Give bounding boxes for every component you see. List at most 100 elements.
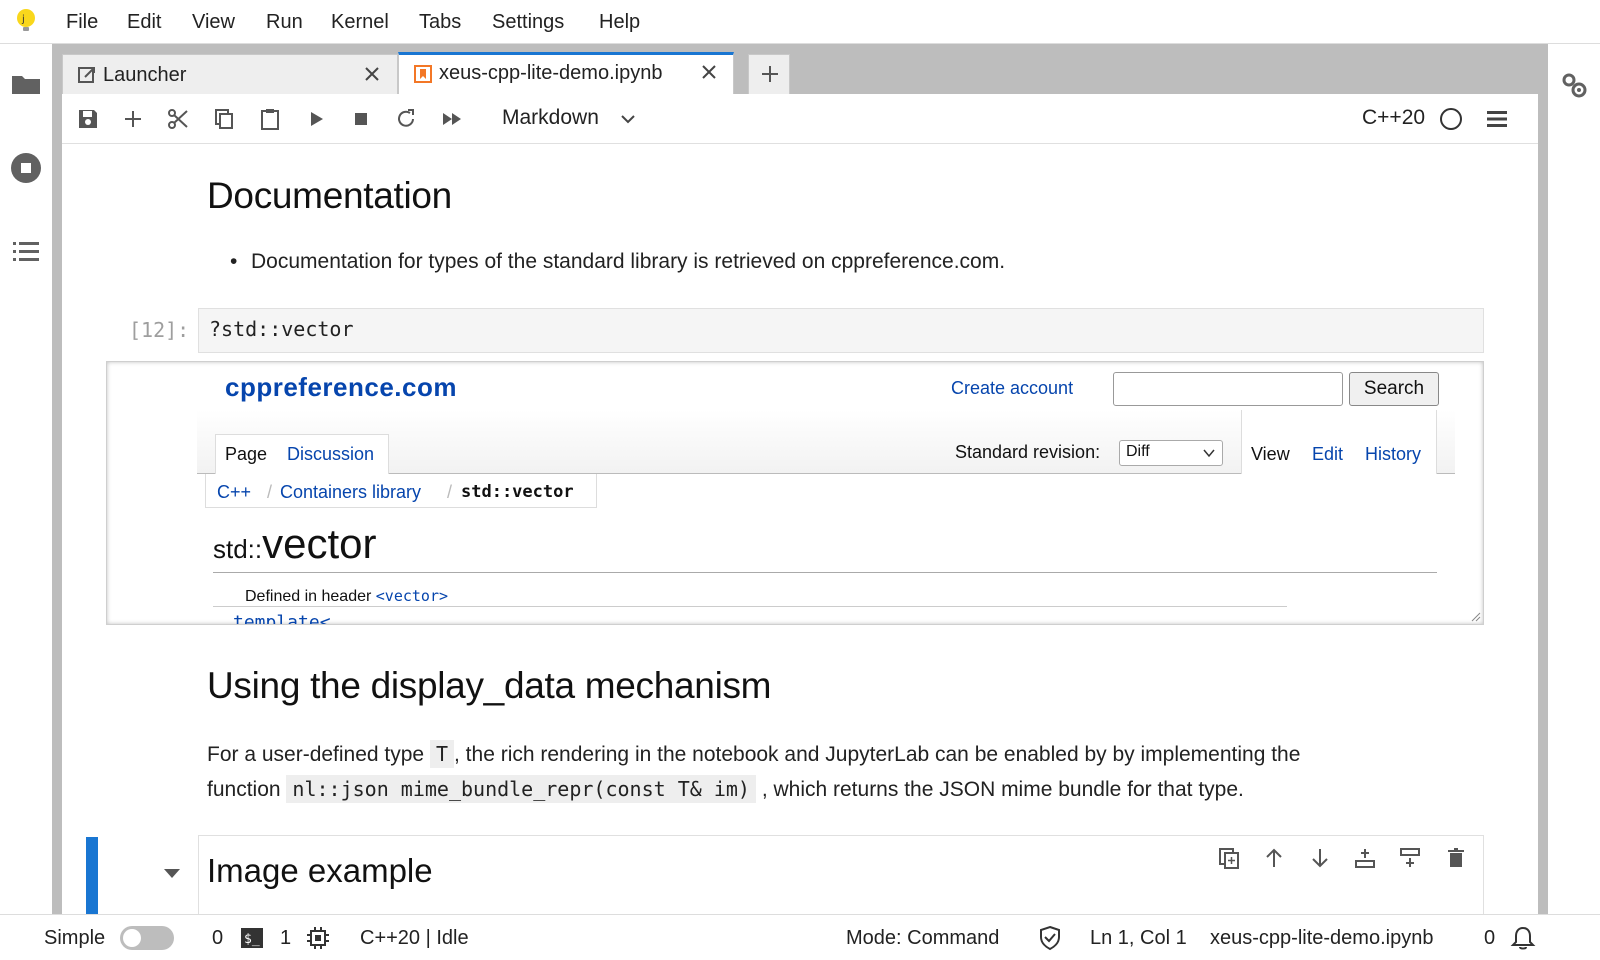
left-sidebar xyxy=(0,44,52,914)
menu-settings[interactable]: Settings xyxy=(492,11,564,34)
bullet-dot: • xyxy=(230,250,238,273)
breadcrumb-separator: / xyxy=(267,482,273,502)
inline-code: nl::json mime_bundle_repr(const T& im) xyxy=(286,775,756,803)
tab-launcher-label: Launcher xyxy=(103,64,187,86)
main-area: Launcher xeus-cpp-lite-demo.ipynb Markdo… xyxy=(52,44,1548,914)
kernel-idle-icon xyxy=(1440,108,1462,130)
terminal-icon[interactable]: $_ xyxy=(240,926,264,950)
copy-icon[interactable] xyxy=(212,107,236,131)
cppreference-search-input[interactable] xyxy=(1113,372,1343,406)
delete-cell-icon[interactable] xyxy=(1444,846,1468,870)
defined-in-label: Defined in header xyxy=(245,588,372,605)
cell-type-select[interactable]: Markdown xyxy=(502,106,599,130)
cppreference-page-title: std::vector xyxy=(213,520,377,568)
standard-revision-select[interactable]: Diff xyxy=(1119,440,1223,466)
restart-icon[interactable] xyxy=(394,107,418,131)
create-account-link[interactable]: Create account xyxy=(951,378,1073,399)
add-cell-icon[interactable] xyxy=(121,107,145,131)
jupyter-logo-icon[interactable]: j xyxy=(14,8,38,34)
chevron-down-icon xyxy=(1203,449,1215,458)
duplicate-cell-icon[interactable] xyxy=(1217,846,1241,870)
kernel-name[interactable]: C++20 xyxy=(1362,106,1425,130)
breadcrumb-containers[interactable]: Containers library xyxy=(280,482,421,503)
current-filename: xeus-cpp-lite-demo.ipynb xyxy=(1210,927,1434,949)
header-link[interactable]: <vector> xyxy=(376,587,448,605)
notification-count[interactable]: 0 xyxy=(1484,927,1495,950)
wiki-tab-edit[interactable]: Edit xyxy=(1312,444,1343,465)
tab-bar: Launcher xeus-cpp-lite-demo.ipynb xyxy=(52,44,1548,94)
folder-icon[interactable] xyxy=(10,68,42,100)
resize-handle-icon[interactable] xyxy=(1469,610,1481,622)
cut-icon[interactable] xyxy=(166,107,190,131)
terminals-count[interactable]: 0 xyxy=(212,927,223,950)
paste-icon[interactable] xyxy=(258,107,282,131)
svg-text:$_: $_ xyxy=(244,932,260,947)
inline-code: T xyxy=(429,740,455,768)
move-down-icon[interactable] xyxy=(1308,846,1332,870)
new-tab-button[interactable] xyxy=(748,54,790,94)
wiki-tab-history[interactable]: History xyxy=(1365,444,1421,465)
menu-edit[interactable]: Edit xyxy=(127,11,161,34)
paragraph-line-1: For a user-defined type T, the rich rend… xyxy=(207,740,1300,768)
insert-above-icon[interactable] xyxy=(1353,846,1377,870)
insert-below-icon[interactable] xyxy=(1398,846,1422,870)
collapse-caret-icon[interactable] xyxy=(162,867,182,881)
menu-icon[interactable] xyxy=(1486,108,1508,130)
close-icon[interactable] xyxy=(361,63,383,85)
heading-display-data: Using the display_data mechanism xyxy=(207,665,772,706)
notebook-icon xyxy=(414,65,432,83)
paragraph-text: For a user-defined type xyxy=(207,743,425,766)
code-cell-input[interactable]: ?std::vector xyxy=(198,308,1484,353)
shield-check-icon[interactable] xyxy=(1038,925,1062,951)
wiki-tab-view[interactable]: View xyxy=(1251,444,1290,465)
menu-tabs[interactable]: Tabs xyxy=(419,11,461,34)
menu-run[interactable]: Run xyxy=(266,11,303,34)
tab-notebook-label: xeus-cpp-lite-demo.ipynb xyxy=(439,62,663,84)
run-icon[interactable] xyxy=(304,107,328,131)
cursor-position[interactable]: Ln 1, Col 1 xyxy=(1090,927,1187,950)
fast-forward-icon[interactable] xyxy=(440,107,464,131)
chevron-down-icon[interactable] xyxy=(618,109,638,129)
template-keyword[interactable]: template< xyxy=(233,612,331,624)
code-cell-text: ?std::vector xyxy=(209,317,354,341)
notebook-panel: Markdown C++20 Documentation • Documenta… xyxy=(62,94,1538,914)
tab-launcher[interactable]: Launcher xyxy=(62,54,398,94)
status-bar: Simple 0 $_ 1 C++20 | Idle Mode: Command… xyxy=(0,914,1600,960)
bullet-text: Documentation for types of the standard … xyxy=(251,250,1006,273)
stop-icon[interactable] xyxy=(349,107,373,131)
notebook-toolbar: Markdown C++20 xyxy=(62,94,1538,144)
simple-mode-label: Simple xyxy=(44,927,106,949)
menu-bar: j File Edit View Run Kernel Tabs Setting… xyxy=(0,0,1600,44)
cppreference-search-button[interactable]: Search xyxy=(1349,372,1439,406)
cppreference-logo[interactable]: cppreference.com xyxy=(225,372,457,403)
menu-file[interactable]: File xyxy=(66,11,98,34)
divider xyxy=(213,606,1287,607)
running-sessions-icon[interactable] xyxy=(10,152,42,184)
menu-view[interactable]: View xyxy=(192,11,235,34)
breadcrumb-cpp[interactable]: C++ xyxy=(217,482,251,503)
tab-notebook[interactable]: xeus-cpp-lite-demo.ipynb xyxy=(398,52,734,94)
bell-icon[interactable] xyxy=(1510,925,1536,951)
wiki-tab-page[interactable]: Page xyxy=(225,444,267,465)
menu-kernel[interactable]: Kernel xyxy=(331,11,389,34)
active-cell-marker xyxy=(86,837,98,914)
kernels-count[interactable]: 1 xyxy=(280,927,291,950)
standard-revision-value: Diff xyxy=(1126,443,1150,460)
move-up-icon[interactable] xyxy=(1262,846,1286,870)
title-namespace: std:: xyxy=(213,534,263,564)
kernel-status-text[interactable]: C++20 | Idle xyxy=(360,927,469,950)
simple-mode-toggle[interactable] xyxy=(120,926,174,950)
paragraph-line-2: function nl::json mime_bundle_repr(const… xyxy=(207,775,1244,803)
mode-indicator: Mode: Command xyxy=(846,927,1000,949)
notebook-content: Documentation • Documentation for types … xyxy=(62,145,1538,914)
property-inspector-gears-icon[interactable] xyxy=(1558,70,1590,102)
title-name: vector xyxy=(262,520,377,567)
wiki-tab-discussion[interactable]: Discussion xyxy=(287,444,374,465)
save-icon[interactable] xyxy=(76,107,100,131)
cpu-chip-icon[interactable] xyxy=(306,926,330,950)
menu-help[interactable]: Help xyxy=(599,11,640,34)
close-icon[interactable] xyxy=(698,61,720,83)
heading-documentation: Documentation xyxy=(207,175,452,216)
active-markdown-cell[interactable]: Image example xyxy=(198,835,1484,914)
table-of-contents-icon[interactable] xyxy=(10,236,42,268)
